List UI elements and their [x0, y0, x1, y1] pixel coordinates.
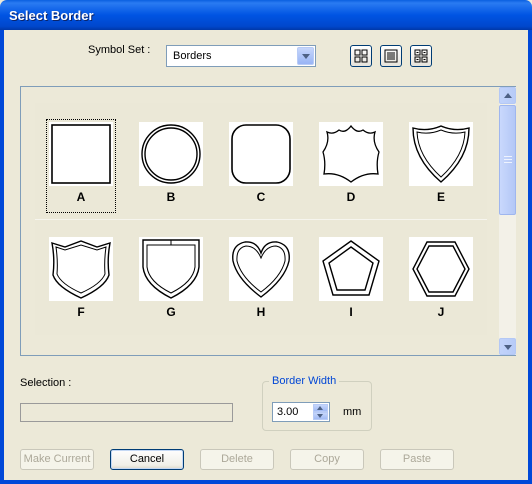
crest-border-icon — [51, 240, 111, 299]
window-title: Select Border — [9, 8, 94, 23]
symbol-J[interactable]: J — [409, 237, 473, 325]
spin-up-icon[interactable] — [313, 404, 328, 412]
border-width-group: Border Width 3.00 mm — [262, 375, 372, 431]
symbol-F[interactable]: F — [49, 237, 113, 325]
row-divider — [35, 219, 487, 220]
symbol-B[interactable]: B — [139, 122, 203, 210]
scroll-down-button[interactable] — [499, 338, 516, 355]
symbol-set-dropdown[interactable]: Borders — [166, 45, 316, 67]
copy-button[interactable]: Copy — [290, 449, 364, 470]
large-icons-view-icon — [354, 49, 368, 63]
paste-button[interactable]: Paste — [380, 449, 454, 470]
symbol-set-value: Borders — [173, 50, 212, 62]
scroll-thumb[interactable] — [499, 105, 516, 215]
title-bar[interactable]: Select Border — [0, 0, 532, 30]
symbol-E[interactable]: E — [409, 122, 473, 210]
square-border-icon — [51, 124, 111, 184]
symbol-label: B — [166, 190, 176, 204]
border-width-unit: mm — [343, 406, 362, 418]
selection-field — [20, 403, 233, 422]
symbol-C[interactable]: C — [229, 122, 293, 210]
symbol-D[interactable]: D — [319, 122, 383, 210]
scroll-up-button[interactable] — [499, 87, 516, 104]
symbol-label: C — [256, 190, 266, 204]
chevron-down-icon[interactable] — [297, 47, 314, 65]
symbol-label: A — [76, 190, 86, 204]
small-icons-view-button[interactable] — [410, 45, 432, 67]
symbol-label: D — [346, 190, 356, 204]
list-view-icon — [384, 49, 398, 63]
symbol-label: F — [77, 305, 85, 319]
heart-border-icon — [232, 241, 290, 298]
border-width-input[interactable]: 3.00 — [272, 402, 330, 422]
flat-shield-border-icon — [142, 239, 200, 299]
symbol-label: H — [256, 305, 266, 319]
symbol-A[interactable]: A — [46, 119, 116, 213]
border-width-legend: Border Width — [269, 375, 340, 387]
shield-border-icon — [412, 125, 470, 183]
symbol-label: J — [437, 305, 445, 319]
spin-down-icon[interactable] — [313, 412, 328, 420]
border-width-value: 3.00 — [277, 406, 299, 418]
symbol-label: I — [349, 305, 353, 319]
large-icons-view-button[interactable] — [350, 45, 372, 67]
pentagon-border-icon — [322, 240, 380, 296]
symbol-label: G — [166, 305, 176, 319]
small-icons-view-icon — [414, 49, 428, 63]
list-view-button[interactable] — [380, 45, 402, 67]
window-frame-bottom — [0, 480, 532, 484]
window-frame-left — [0, 30, 4, 484]
rounded-square-border-icon — [231, 124, 291, 184]
symbol-I[interactable]: I — [319, 237, 383, 325]
make-current-button[interactable]: Make Current — [20, 449, 94, 470]
symbol-set-label: Symbol Set : — [88, 44, 151, 56]
circle-border-icon — [141, 124, 201, 184]
delete-button[interactable]: Delete — [200, 449, 274, 470]
symbol-label: E — [436, 190, 445, 204]
symbol-list[interactable]: A B C D E F G H I J — [20, 86, 516, 356]
symbol-H[interactable]: H — [229, 237, 293, 325]
window-frame-right — [528, 30, 532, 484]
hexagon-border-icon — [412, 241, 470, 297]
vertical-scrollbar[interactable] — [499, 87, 516, 355]
badge-border-icon — [322, 124, 380, 183]
selection-label: Selection : — [20, 377, 72, 389]
cancel-button[interactable]: Cancel — [110, 449, 184, 470]
symbol-G[interactable]: G — [139, 237, 203, 325]
